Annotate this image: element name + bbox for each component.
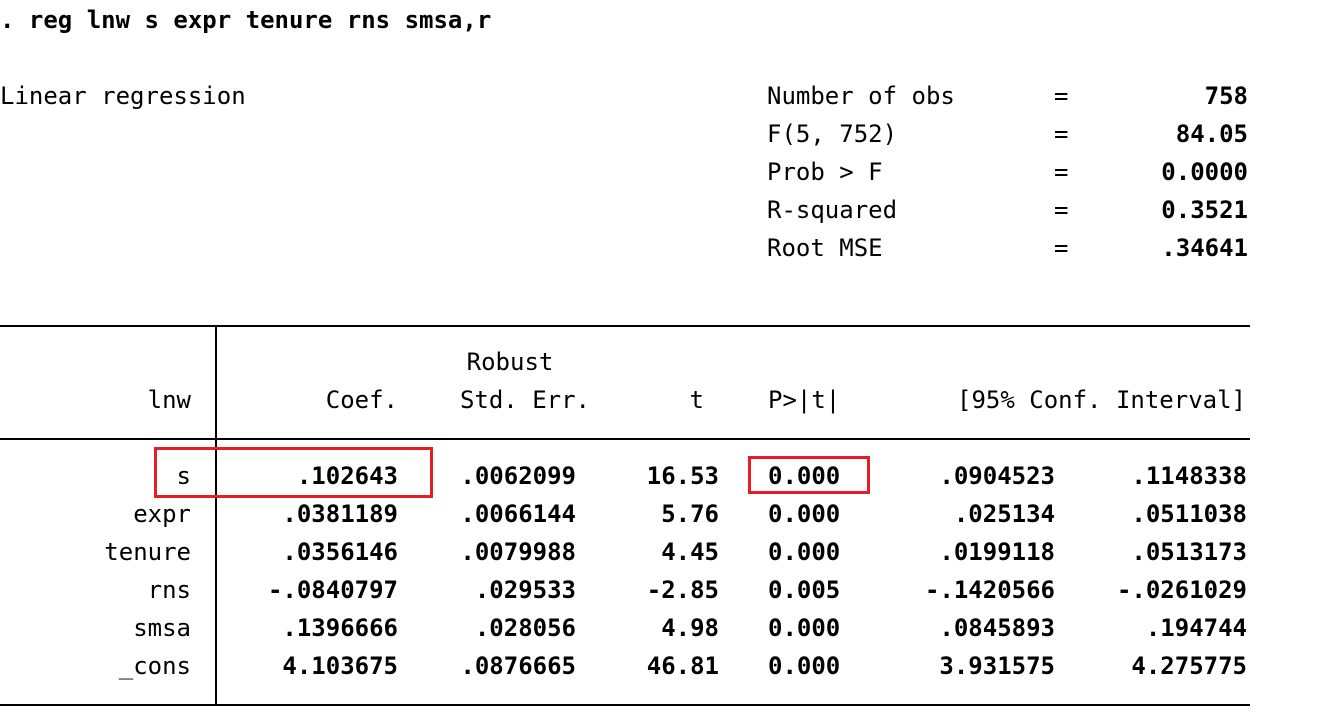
row-ci-hi: 4.275775 (1131, 652, 1247, 680)
command-line: . reg lnw s expr tenure rns smsa,r (0, 6, 492, 34)
header-t: t (689, 386, 704, 414)
row-coef: -.0840797 (267, 576, 398, 604)
row-t: 16.53 (646, 462, 719, 490)
row-ci-lo: .0199118 (939, 538, 1055, 566)
header-robust: Robust (466, 348, 554, 376)
header-confint: [95% Conf. Interval] (957, 386, 1246, 414)
row-t: 5.76 (661, 500, 719, 528)
table-bottom-rule (0, 704, 1250, 706)
stat-value-nobs: 758 (1204, 82, 1248, 110)
row-var: _cons (118, 652, 191, 680)
row-se: .029533 (474, 576, 576, 604)
row-t: 46.81 (646, 652, 719, 680)
header-coef: Coef. (325, 386, 398, 414)
row-p: 0.000 (768, 500, 841, 528)
table-top-rule (0, 325, 1250, 327)
header-pvalue: P>|t| (768, 386, 841, 414)
stat-label-rsq: R-squared (767, 196, 898, 224)
model-title: Linear regression (0, 82, 246, 110)
row-se: .0079988 (460, 538, 576, 566)
stat-value-probf: 0.0000 (1161, 158, 1248, 186)
stat-eq-rsq: = (1054, 196, 1069, 224)
stat-value-rsq: 0.3521 (1161, 196, 1248, 224)
row-t: -2.85 (646, 576, 719, 604)
row-ci-hi: .0511038 (1131, 500, 1247, 528)
row-se: .028056 (474, 614, 576, 642)
stat-eq-rmse: = (1054, 234, 1069, 262)
row-p: 0.000 (768, 614, 841, 642)
row-p: 0.005 (768, 576, 841, 604)
table-header-rule (0, 438, 1250, 440)
row-ci-hi: .1148338 (1131, 462, 1247, 490)
row-t: 4.45 (661, 538, 719, 566)
row-ci-lo: -.1420566 (924, 576, 1055, 604)
row-t: 4.98 (661, 614, 719, 642)
row-ci-lo: 3.931575 (939, 652, 1055, 680)
stat-value-rmse: .34641 (1161, 234, 1248, 262)
row-var: smsa (133, 614, 191, 642)
stat-label-rmse: Root MSE (767, 234, 883, 262)
row-ci-hi: -.0261029 (1116, 576, 1247, 604)
highlight-box-pvalue-s (748, 456, 870, 494)
highlight-box-coef-s (154, 447, 433, 498)
row-se: .0062099 (460, 462, 576, 490)
table-divider (215, 325, 217, 706)
stat-value-f: 84.05 (1175, 120, 1248, 148)
row-ci-hi: .0513173 (1131, 538, 1247, 566)
header-depvar: lnw (147, 386, 191, 414)
stat-eq-nobs: = (1054, 82, 1069, 110)
stat-label-probf: Prob > F (767, 158, 883, 186)
row-coef: .0356146 (282, 538, 398, 566)
row-ci-hi: .194744 (1145, 614, 1247, 642)
header-stderr: Std. Err. (459, 386, 590, 414)
row-se: .0876665 (460, 652, 576, 680)
row-p: 0.000 (768, 538, 841, 566)
row-var: rns (147, 576, 191, 604)
stat-eq-f: = (1054, 120, 1069, 148)
stat-label-f: F(5, 752) (767, 120, 898, 148)
row-coef: .0381189 (282, 500, 398, 528)
row-var: expr (133, 500, 191, 528)
row-var: tenure (104, 538, 191, 566)
stat-eq-probf: = (1054, 158, 1069, 186)
stat-label-nobs: Number of obs (767, 82, 955, 110)
row-se: .0066144 (460, 500, 576, 528)
row-ci-lo: .0904523 (939, 462, 1055, 490)
row-ci-lo: .025134 (953, 500, 1055, 528)
row-coef: .1396666 (282, 614, 398, 642)
row-ci-lo: .0845893 (939, 614, 1055, 642)
row-coef: 4.103675 (282, 652, 398, 680)
row-p: 0.000 (768, 652, 841, 680)
